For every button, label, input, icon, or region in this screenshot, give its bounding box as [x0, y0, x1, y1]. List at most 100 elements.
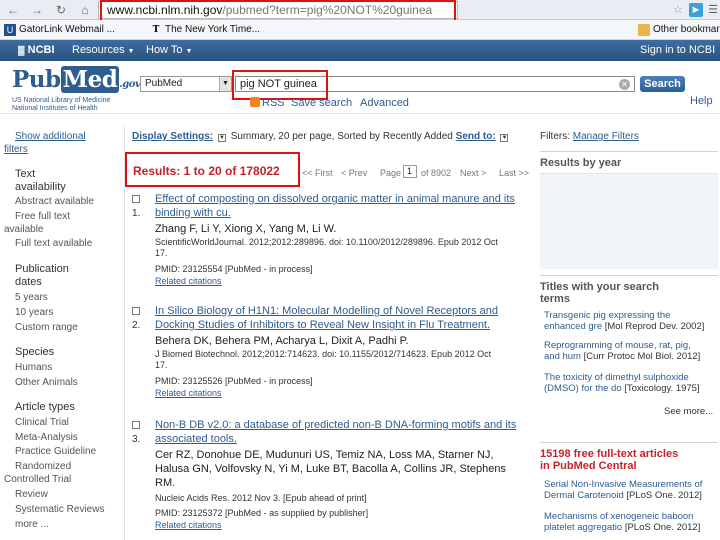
nyt-logo-icon: T: [152, 25, 160, 35]
pager-page-label: Page: [380, 168, 402, 178]
filter-more[interactable]: more ...: [15, 518, 49, 531]
filter-free-full-text[interactable]: available: [4, 223, 43, 236]
filter-randomized-controlled-trial[interactable]: Randomized: [15, 460, 71, 473]
forward-icon[interactable]: →: [30, 3, 44, 17]
page-number-input[interactable]: 1: [403, 165, 417, 178]
save-search-link[interactable]: Save search: [291, 97, 352, 109]
pubmed-logo[interactable]: PubMed .gov US National Library of Medici…: [12, 66, 141, 113]
result-title-link[interactable]: Effect of composting on dissolved organi…: [155, 192, 535, 220]
rss-icon: [250, 97, 260, 107]
manage-filters-link[interactable]: Manage Filters: [573, 131, 639, 142]
back-icon[interactable]: ←: [6, 3, 20, 17]
advanced-link[interactable]: Advanced: [360, 97, 409, 109]
chevron-down-icon[interactable]: ▼: [500, 134, 509, 142]
result-authors: Zhang F, Li Y, Xiong X, Yang M, Li W.: [155, 223, 337, 235]
display-settings-bar: Display Settings: ▼ Summary, 20 per page…: [132, 131, 510, 142]
rss-link[interactable]: RSS: [250, 97, 285, 109]
menu-icon[interactable]: ☰: [706, 3, 720, 17]
reload-icon[interactable]: ↻: [54, 3, 68, 17]
result-source: Nucleic Acids Res. 2012 Nov 3. [Epub ahe…: [155, 493, 367, 503]
send-to-link[interactable]: Send to:: [456, 131, 496, 142]
pager-prev[interactable]: < Prev: [341, 168, 367, 178]
filter-heading-article-types: Article types: [15, 401, 75, 413]
titles-panel: Titles with your search terms Transgenic…: [540, 275, 718, 425]
filter-randomized-controlled-trial[interactable]: Controlled Trial: [4, 473, 71, 486]
bookmark-other[interactable]: Other bookmar: [638, 23, 720, 37]
result-checkbox[interactable]: [132, 195, 140, 203]
results-by-year-panel: Results by year: [540, 151, 718, 271]
pager-next[interactable]: Next >: [460, 168, 486, 178]
bookmark-gatorlink[interactable]: U GatorLink Webmail ...: [4, 23, 115, 37]
related-citations-link[interactable]: Related citations: [155, 388, 222, 399]
extension-icon[interactable]: ►: [689, 3, 703, 17]
filter-5-years[interactable]: 5 years: [15, 291, 48, 304]
free-fulltext-item[interactable]: Mechanisms of xenogeneic baboon platelet…: [544, 511, 718, 533]
bookmarks-bar: U GatorLink Webmail ... T The New York T…: [0, 20, 720, 55]
sidebar-divider: [124, 125, 125, 540]
filter-free-full-text[interactable]: Free full text: [15, 210, 70, 223]
display-settings-link[interactable]: Display Settings:: [132, 131, 213, 142]
filter-custom-range[interactable]: Custom range: [15, 321, 78, 334]
result-checkbox[interactable]: [132, 307, 140, 315]
filter-practice-guideline[interactable]: Practice Guideline: [15, 445, 96, 458]
display-settings-summary: Summary, 20 per page, Sorted by Recently…: [230, 131, 453, 142]
titles-item[interactable]: Reprogramming of mouse, rat, pig, and hu…: [544, 340, 718, 362]
result-pmid: PMID: 23125372 [PubMed - as supplied by …: [155, 508, 369, 518]
filters-row: Filters: Manage Filters: [540, 131, 639, 142]
result-title-link[interactable]: In Silico Biology of H1N1: Molecular Mod…: [155, 304, 535, 332]
home-icon[interactable]: ⌂: [78, 3, 92, 17]
filter-abstract-available[interactable]: Abstract available: [15, 195, 94, 208]
signin-link[interactable]: Sign in to NCBI: [640, 44, 715, 57]
bookmark-nytimes[interactable]: T The New York Time...: [150, 23, 260, 37]
related-citations-link[interactable]: Related citations: [155, 520, 222, 531]
pager-total-pages: of 8902: [421, 168, 452, 178]
show-additional-filters-link[interactable]: Show additional: [15, 130, 86, 143]
show-additional-filters-link[interactable]: filters: [4, 143, 28, 156]
filter-review[interactable]: Review: [15, 488, 48, 501]
result-authors: Behera DK, Behera PM, Acharya L, Dixit A…: [155, 335, 409, 347]
titles-heading: Titles with your search terms: [540, 281, 660, 305]
ncbi-logo-icon: ▓: [18, 45, 25, 55]
results-by-year-chart[interactable]: [540, 173, 718, 269]
header-divider: [0, 113, 720, 114]
howto-menu[interactable]: How To ▼: [146, 44, 192, 58]
resources-menu[interactable]: Resources ▼: [72, 44, 135, 58]
filter-heading-publication-dates: Publication: [15, 263, 69, 275]
filter-humans[interactable]: Humans: [15, 361, 52, 374]
result-checkbox[interactable]: [132, 421, 140, 429]
free-fulltext-panel: 15198 free full-text articles in PubMed …: [540, 442, 718, 540]
results-by-year-heading[interactable]: Results by year: [540, 152, 718, 169]
filter-10-years[interactable]: 10 years: [15, 306, 53, 319]
filter-other-animals[interactable]: Other Animals: [15, 376, 78, 389]
filter-systematic-reviews[interactable]: Systematic Reviews: [15, 503, 104, 516]
chevron-down-icon[interactable]: ▼: [217, 134, 226, 142]
titles-item[interactable]: Transgenic pig expressing the enhanced g…: [544, 310, 718, 332]
filter-heading-text-availability: availability: [15, 181, 66, 193]
pager-first[interactable]: << First: [302, 168, 333, 178]
titles-item[interactable]: The toxicity of dimethyl sulphoxide (DMS…: [544, 372, 718, 394]
folder-icon: [638, 24, 650, 36]
result-title-link[interactable]: Non-B DB v2.0: a database of predicted n…: [155, 418, 535, 446]
bookmark-star-icon[interactable]: ☆: [671, 3, 685, 17]
chevron-down-icon: ▼: [127, 48, 135, 55]
help-link[interactable]: Help: [690, 95, 713, 107]
result-authors: Cer RZ, Donohue DE, Mudunuri US, Temiz N…: [155, 449, 506, 489]
filter-full-text-available[interactable]: Full text available: [15, 237, 92, 250]
free-fulltext-item[interactable]: Serial Non-Invasive Measurements of Derm…: [544, 479, 718, 501]
ncbi-logo[interactable]: ▓ NCBI: [18, 44, 55, 57]
database-select[interactable]: PubMed ▼: [140, 76, 232, 92]
filter-meta-analysis[interactable]: Meta-Analysis: [15, 431, 78, 444]
result-number: 1.: [132, 208, 141, 219]
filter-heading-publication-dates: dates: [15, 276, 42, 288]
search-button[interactable]: Search: [640, 76, 685, 92]
pager-last[interactable]: Last >>: [499, 168, 529, 178]
result-number: 2.: [132, 320, 141, 331]
chevron-down-icon: ▼: [219, 77, 231, 91]
clear-icon[interactable]: ✕: [619, 79, 630, 90]
free-fulltext-heading: 15198 free full-text articles in PubMed …: [540, 448, 679, 472]
results-highlight-box: [125, 152, 300, 187]
see-more-link[interactable]: See more...: [664, 406, 713, 417]
filter-clinical-trial[interactable]: Clinical Trial: [15, 416, 69, 429]
related-citations-link[interactable]: Related citations: [155, 276, 222, 287]
ncbi-bar: ▓ NCBI Resources ▼ How To ▼ Sign in to N…: [0, 40, 720, 61]
